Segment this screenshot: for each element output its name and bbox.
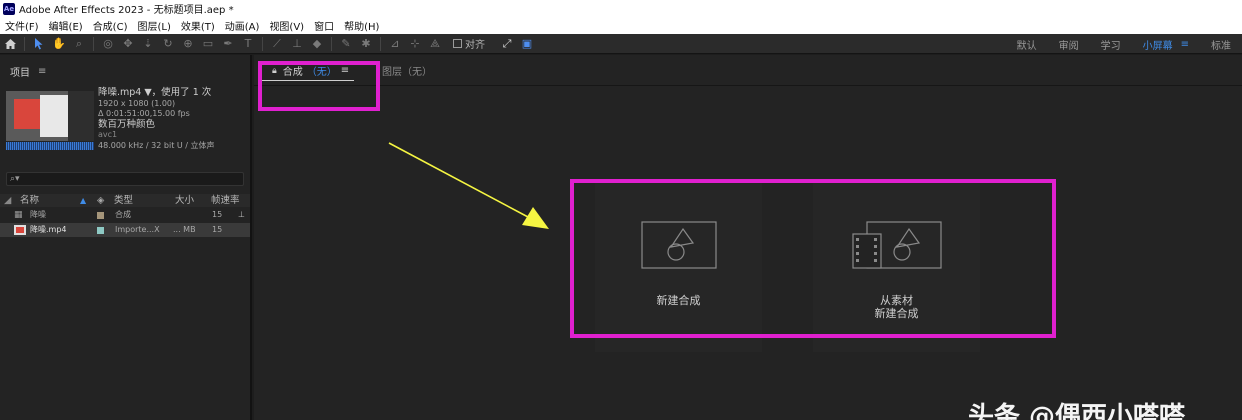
watermark-text: 头条 @偶西小嗒嗒 [968, 402, 1186, 420]
flowchart-icon[interactable]: ⊥ [238, 208, 245, 222]
thumbnail-red-region [14, 99, 40, 129]
expand-toolbar-icon[interactable]: ▣ [519, 36, 535, 52]
column-fps[interactable]: 帧速率 [211, 194, 240, 207]
window-title: Adobe After Effects 2023 - 无标题项目.aep * [19, 5, 234, 16]
workspace-default[interactable]: 默认 [1006, 37, 1048, 52]
tools-bar: ✋ ⌕ ◎ ✥ ⇣ ↻ ⊕ ▭ ✒ T ⟋ ⊥ ◆ ✎ ✱ ⊿ ⊹ ⟁ 对齐 ⤢… [0, 34, 1242, 54]
pan-camera-icon[interactable]: ✥ [120, 36, 136, 52]
menu-effect[interactable]: 效果(T) [176, 18, 220, 33]
ae-logo-icon: Ae [3, 2, 15, 15]
composition-item-icon: ▦ [14, 210, 23, 220]
menu-animation[interactable]: 动画(A) [220, 18, 265, 33]
clone-stamp-tool-icon[interactable]: ⊥ [289, 36, 305, 52]
home-icon[interactable] [2, 36, 18, 52]
roto-brush-tool-icon[interactable]: ✎ [338, 36, 354, 52]
column-name[interactable]: 名称 [20, 194, 39, 207]
column-size[interactable]: 大小 [175, 194, 194, 207]
snapping-toggle[interactable]: 对齐 [453, 36, 485, 51]
workspace-review[interactable]: 审阅 [1048, 37, 1090, 52]
asset-colors: 数百万种颜色 [98, 118, 156, 130]
hand-tool-icon[interactable]: ✋ [51, 36, 67, 52]
workspace-small-screen[interactable]: 小屏幕 [1132, 37, 1177, 52]
row-name: 降噪 [30, 210, 46, 219]
eraser-tool-icon[interactable]: ◆ [309, 36, 325, 52]
dolly-camera-icon[interactable]: ⇣ [140, 36, 156, 52]
row-type: Importe...X [115, 225, 160, 234]
workspace-standard[interactable]: 标准 [1200, 37, 1242, 52]
snapping-checkbox[interactable] [453, 39, 462, 48]
menu-file[interactable]: 文件(F) [0, 18, 44, 33]
project-columns-header: ◢ 名称 ▲ ◈ 类型 大小 帧速率 [0, 194, 250, 207]
toolbar-separator [380, 36, 381, 51]
footage-item-icon [14, 225, 26, 235]
project-panel-header: 项目 ≡ [10, 64, 46, 79]
thumbnail-dark-region [68, 91, 94, 141]
sort-ascending-icon[interactable]: ▲ [80, 194, 86, 207]
workspace-switcher: 默认 审阅 学习 小屏幕 ≡ 标准 [1006, 34, 1242, 54]
row-size: ... MB [173, 225, 196, 234]
toolbar-separator [262, 36, 263, 51]
selection-tool-icon[interactable] [31, 36, 47, 52]
toolbar-separator [331, 36, 332, 51]
rotate-tool-icon[interactable]: ↻ [160, 36, 176, 52]
brush-tool-icon[interactable]: ⟋ [269, 36, 285, 52]
puppet-pin-tool-icon[interactable]: ✱ [358, 36, 374, 52]
table-row[interactable]: 降噪.mp4 Importe...X ... MB 15 [0, 223, 250, 237]
menu-view[interactable]: 视图(V) [264, 18, 309, 33]
highlight-box-composition-tab [258, 61, 380, 111]
asset-resolution: 1920 x 1080 (1.00) [98, 98, 176, 108]
project-panel-menu-icon[interactable]: ≡ [38, 66, 46, 77]
menu-layer[interactable]: 图层(L) [132, 18, 175, 33]
table-row[interactable]: ▦ 降噪 合成 15 ⊥ [0, 208, 250, 222]
column-type[interactable]: 类型 [114, 194, 133, 207]
menu-help[interactable]: 帮助(H) [339, 18, 384, 33]
toolbar-separator [93, 36, 94, 51]
asset-duration: Δ 0:01:51:00,15.00 fps [98, 109, 190, 118]
menu-window[interactable]: 窗口 [309, 18, 339, 33]
pen-tool-icon[interactable]: ✒ [220, 36, 236, 52]
row-fps: 15 [212, 210, 223, 219]
asset-codec: avc1 [98, 130, 118, 139]
zoom-tool-icon[interactable]: ⌕ [71, 36, 87, 52]
label-color-swatch[interactable] [97, 212, 104, 219]
snap-options-icon[interactable]: ⤢ [499, 36, 515, 52]
local-axis-mode-icon[interactable]: ⊿ [387, 36, 403, 52]
snapping-label: 对齐 [465, 40, 485, 51]
tab-layer[interactable]: 图层（无） [382, 63, 432, 78]
tag-column-icon[interactable]: ◈ [97, 194, 104, 207]
label-column-icon[interactable]: ◢ [4, 194, 11, 207]
project-panel: 项目 ≡ 降噪.mp4 ▼，使用了 1 次 1920 x 1080 (1.00)… [0, 55, 252, 420]
audio-waveform [6, 142, 94, 150]
title-bar: Ae Adobe After Effects 2023 - 无标题项目.aep … [0, 0, 1242, 17]
asset-name[interactable]: 降噪.mp4 ▼，使用了 1 次 [98, 87, 215, 99]
menu-bar: 文件(F) 编辑(E) 合成(C) 图层(L) 效果(T) 动画(A) 视图(V… [0, 17, 1242, 34]
label-color-swatch[interactable] [97, 227, 104, 234]
row-type: 合成 [115, 210, 131, 219]
world-axis-mode-icon[interactable]: ⊹ [407, 36, 423, 52]
orbit-camera-icon[interactable]: ◎ [100, 36, 116, 52]
after-effects-window: Ae Adobe After Effects 2023 - 无标题项目.aep … [0, 0, 1242, 420]
asset-info: 降噪.mp4 ▼，使用了 1 次 1920 x 1080 (1.00) Δ 0:… [98, 87, 215, 151]
toolbar-separator [24, 36, 25, 51]
text-tool-icon[interactable]: T [240, 36, 256, 52]
asset-thumbnail [6, 91, 94, 141]
menu-edit[interactable]: 编辑(E) [44, 18, 88, 33]
workspace-learn[interactable]: 学习 [1090, 37, 1132, 52]
pan-behind-tool-icon[interactable]: ⊕ [180, 36, 196, 52]
row-name: 降噪.mp4 [30, 225, 67, 234]
row-fps: 15 [212, 225, 223, 234]
workspace-menu-icon[interactable]: ≡ [1177, 39, 1200, 50]
menu-composition[interactable]: 合成(C) [88, 18, 133, 33]
view-axis-mode-icon[interactable]: ⟁ [427, 36, 443, 52]
panel-divider [254, 85, 1242, 86]
highlight-box-new-composition-options [570, 179, 1056, 338]
project-panel-title[interactable]: 项目 [10, 64, 30, 79]
project-search-input[interactable]: ⌕▾ [6, 172, 244, 186]
rectangle-tool-icon[interactable]: ▭ [200, 36, 216, 52]
asset-audio: 48.000 kHz / 32 bit U / 立体声 [98, 140, 215, 150]
